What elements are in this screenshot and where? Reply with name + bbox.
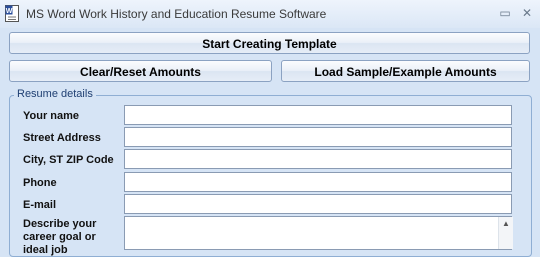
city-state-zip-label: City, ST ZIP Code xyxy=(23,154,114,166)
clear-reset-amounts-button[interactable]: Clear/Reset Amounts xyxy=(9,60,272,82)
close-icon[interactable]: ✕ xyxy=(520,6,534,20)
minimize-icon[interactable]: ▭ xyxy=(498,6,512,20)
phone-label: Phone xyxy=(23,177,57,189)
street-address-label: Street Address xyxy=(23,132,101,144)
career-goal-label: Describe your career goal or ideal job xyxy=(23,218,97,256)
title-bar[interactable]: W MS Word Work History and Education Res… xyxy=(0,0,540,29)
word-document-icon: W xyxy=(5,5,19,22)
start-creating-template-button[interactable]: Start Creating Template xyxy=(9,32,530,54)
street-address-input[interactable] xyxy=(124,127,512,147)
your-name-label: Your name xyxy=(23,110,80,122)
email-label: E-mail xyxy=(23,199,57,211)
window-title: MS Word Work History and Education Resum… xyxy=(26,7,327,21)
career-goal-textarea[interactable]: ▲ xyxy=(124,216,513,250)
scroll-up-arrow-icon[interactable]: ▲ xyxy=(499,217,513,231)
resume-details-title: Resume details xyxy=(14,88,96,100)
your-name-input[interactable] xyxy=(124,105,512,125)
email-input[interactable] xyxy=(124,194,512,214)
load-sample-amounts-button[interactable]: Load Sample/Example Amounts xyxy=(281,60,530,82)
phone-input[interactable] xyxy=(124,172,512,192)
career-goal-scrollbar[interactable]: ▲ xyxy=(498,217,513,249)
city-state-zip-input[interactable] xyxy=(124,149,512,169)
svg-text:W: W xyxy=(6,8,13,15)
